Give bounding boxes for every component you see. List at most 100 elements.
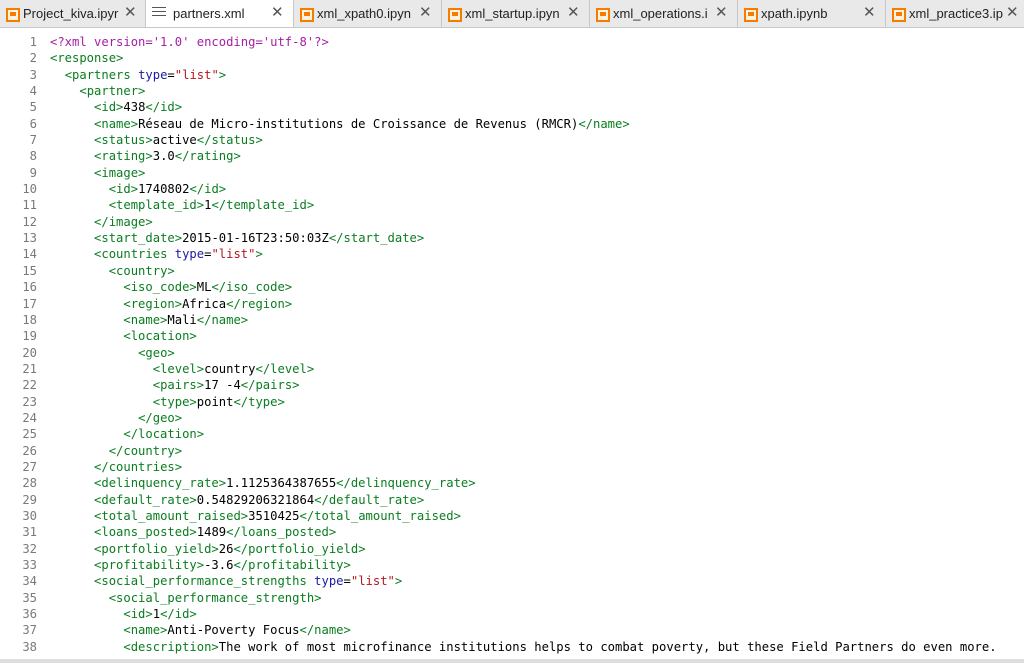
line-number: 6 <box>29 116 37 131</box>
code-line[interactable]: 10 <id>1740802</id> <box>0 181 1024 197</box>
code-line[interactable]: 19 <location> <box>0 328 1024 344</box>
code-line[interactable]: 34 <social_performance_strengths type="l… <box>0 573 1024 589</box>
code-line[interactable]: 2 <response> <box>0 50 1024 66</box>
close-icon[interactable]: ✕ <box>124 5 137 21</box>
code-line[interactable]: 21 <level>country</level> <box>0 361 1024 377</box>
code-line[interactable]: 1 <?xml version='1.0' encoding='utf-8'?> <box>0 34 1024 50</box>
line-number: 16 <box>22 280 37 295</box>
code-line[interactable]: 27 </countries> <box>0 459 1024 475</box>
code-line[interactable]: 9 <image> <box>0 165 1024 181</box>
code-line[interactable]: 35 <social_performance_strength> <box>0 590 1024 606</box>
code-line[interactable]: 11 <template_id>1</template_id> <box>0 197 1024 213</box>
code-line[interactable]: 4 <partner> <box>0 83 1024 99</box>
code-text: <rating>3.0</rating> <box>50 148 241 164</box>
code-token: point <box>196 394 234 409</box>
code-editor[interactable]: 1 <?xml version='1.0' encoding='utf-8'?> 2… <box>0 34 1024 663</box>
code-token: <rating> <box>94 149 153 164</box>
code-text: <image> <box>50 165 145 181</box>
code-line[interactable]: 38 <description>The work of most microfi… <box>0 639 1024 655</box>
code-line[interactable]: 12 </image> <box>0 214 1024 230</box>
code-line[interactable]: 33 <profitability>-3.6</profitability> <box>0 557 1024 573</box>
close-icon[interactable]: ✕ <box>1006 5 1019 21</box>
code-line[interactable]: 7 <status>active</status> <box>0 132 1024 148</box>
code-line[interactable]: 3 <partners type="list"> <box>0 67 1024 83</box>
line-number: 26 <box>22 443 37 458</box>
tab-label: xpath.ipynb <box>761 6 828 21</box>
code-token: <geo> <box>138 345 175 360</box>
code-line[interactable]: 28 <delinquency_rate>1.1125364387655</de… <box>0 475 1024 491</box>
code-text: <region>Africa</region> <box>50 296 292 312</box>
code-line[interactable]: 18 <name>Mali</name> <box>0 312 1024 328</box>
code-token: <status> <box>94 133 153 148</box>
code-token: 1740802 <box>138 182 190 197</box>
notebook-icon <box>892 8 906 22</box>
close-icon[interactable]: ✕ <box>271 5 284 21</box>
code-line[interactable]: 32 <portfolio_yield>26</portfolio_yield> <box>0 541 1024 557</box>
line-number: 7 <box>29 133 37 148</box>
code-text: </geo> <box>50 410 182 426</box>
code-text: <total_amount_raised>3510425</total_amou… <box>50 508 461 524</box>
code-token: 1 <box>152 607 161 622</box>
tab-xpath[interactable]: xpath.ipynb ✕ <box>738 0 886 27</box>
tab-label: xml_operations.i <box>613 6 708 21</box>
code-line[interactable]: 26 </country> <box>0 443 1024 459</box>
code-line[interactable]: 31 <loans_posted>1489</loans_posted> <box>0 524 1024 540</box>
close-icon[interactable]: ✕ <box>419 5 432 21</box>
code-line[interactable]: 36 <id>1</id> <box>0 606 1024 622</box>
code-line[interactable]: 16 <iso_code>ML</iso_code> <box>0 279 1024 295</box>
code-token: <template_id> <box>108 198 205 213</box>
horizontal-scrollbar[interactable] <box>0 659 1024 663</box>
code-token: <location> <box>123 329 197 344</box>
code-token: <default_rate> <box>94 492 197 507</box>
tab-xml-startup[interactable]: xml_startup.ipyn ✕ <box>442 0 590 27</box>
code-line[interactable]: 20 <geo> <box>0 345 1024 361</box>
tab-xml-xpath0[interactable]: xml_xpath0.ipyn ✕ <box>294 0 442 27</box>
code-text: <countries type="list"> <box>50 246 263 262</box>
close-icon[interactable]: ✕ <box>863 5 876 21</box>
tab-xml-operations[interactable]: xml_operations.i ✕ <box>590 0 738 27</box>
code-text: <loans_posted>1489</loans_posted> <box>50 524 336 540</box>
code-line[interactable]: 5 <id>438</id> <box>0 99 1024 115</box>
close-icon[interactable]: ✕ <box>567 5 580 21</box>
code-text: <template_id>1</template_id> <box>50 197 314 213</box>
code-token: <start_date> <box>94 231 183 246</box>
code-line[interactable]: 24 </geo> <box>0 410 1024 426</box>
code-line[interactable]: 25 </location> <box>0 426 1024 442</box>
code-token: </country> <box>108 443 183 458</box>
line-number: 15 <box>22 263 37 278</box>
code-token: </status> <box>196 133 263 148</box>
code-token: = <box>343 574 351 589</box>
code-line[interactable]: 15 <country> <box>0 263 1024 279</box>
line-number: 1 <box>29 35 37 49</box>
code-text: <social_performance_strength> <box>50 590 322 606</box>
code-line[interactable]: 23 <type>point</type> <box>0 394 1024 410</box>
code-line[interactable]: 6 <name>Réseau de Micro-institutions de … <box>0 116 1024 132</box>
code-line[interactable]: 13 <start_date>2015-01-16T23:50:03Z</sta… <box>0 230 1024 246</box>
tab-project-kiva[interactable]: Project_kiva.ipyr ✕ <box>0 0 146 27</box>
code-token: <name> <box>94 116 139 131</box>
code-line[interactable]: 37 <name>Anti-Poverty Focus</name> <box>0 622 1024 638</box>
code-line[interactable]: 14 <countries type="list"> <box>0 246 1024 262</box>
code-line[interactable]: 17 <region>Africa</region> <box>0 296 1024 312</box>
code-line[interactable]: 22 <pairs>17 -4</pairs> <box>0 377 1024 393</box>
code-token: 26 <box>218 541 234 556</box>
code-token: country <box>204 361 256 376</box>
code-line[interactable]: 30 <total_amount_raised>3510425</total_a… <box>0 508 1024 524</box>
code-token: </portfolio_yield> <box>233 541 366 556</box>
code-line[interactable]: 8 <rating>3.0</rating> <box>0 148 1024 164</box>
tab-xml-practice3[interactable]: xml_practice3.ip ✕ <box>886 0 1024 27</box>
line-number: 35 <box>22 590 37 605</box>
code-token: 438 <box>123 100 146 115</box>
close-icon[interactable]: ✕ <box>715 5 728 21</box>
code-token: "list" <box>174 67 219 82</box>
code-line[interactable]: 29 <default_rate>0.54829206321864</defau… <box>0 492 1024 508</box>
tab-partners-xml[interactable]: partners.xml ✕ <box>146 0 294 27</box>
